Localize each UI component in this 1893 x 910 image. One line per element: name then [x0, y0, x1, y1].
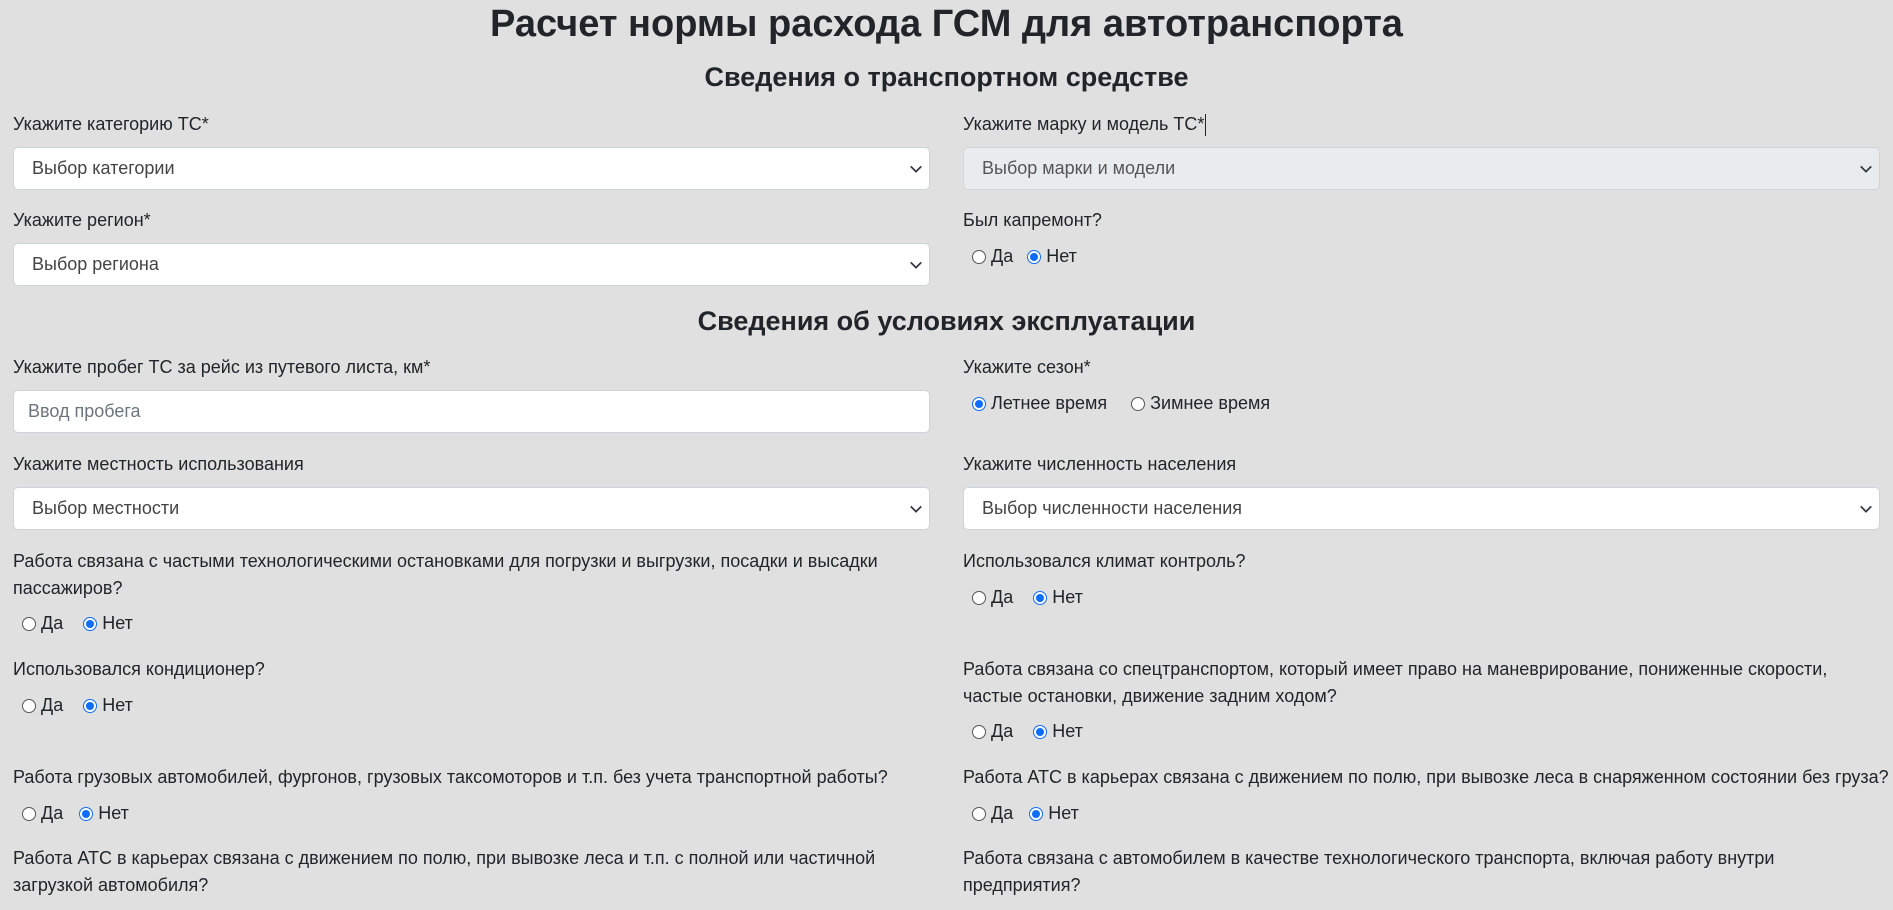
mileage-input[interactable]: Ввод пробега [13, 390, 930, 433]
region-select[interactable]: Выбор региона [13, 243, 930, 286]
brand-select[interactable]: Выбор марки и модели [963, 147, 1880, 190]
overhaul-label: Был капремонт? [963, 210, 1102, 230]
page-title: Расчет нормы расхода ГСМ для автотранспо… [490, 3, 1403, 45]
aircon-label: Использовался кондиционер? [13, 659, 265, 679]
terrain-select-value: Выбор местности [32, 498, 180, 518]
quarry-empty-label: Работа АТС в карьерах связана с движение… [963, 767, 1889, 787]
season-summer-radio[interactable]: Летнее время [972, 390, 1107, 417]
quarry-empty-no-radio[interactable]: Нет [1029, 800, 1079, 827]
population-label: Укажите численность населения [963, 454, 1237, 474]
aircon-yes-radio[interactable]: Да [22, 692, 63, 719]
stops-yes-radio[interactable]: Да [22, 610, 63, 637]
section-title-vehicle: Сведения о транспортном средстве [704, 62, 1189, 92]
chevron-down-icon [910, 261, 922, 269]
trucks-label: Работа грузовых автомобилей, фургонов, г… [13, 767, 888, 787]
terrain-select[interactable]: Выбор местности [13, 487, 930, 530]
season-radio-group: Летнее время Зимнее время [972, 390, 1284, 417]
tech-transport-label: Работа связана с автомобилем в качестве … [963, 848, 1775, 895]
trucks-no-radio[interactable]: Нет [79, 800, 129, 827]
climate-radio-group: Да Нет [972, 584, 1097, 611]
special-yes-radio[interactable]: Да [972, 718, 1013, 745]
trucks-radio-group: Да Нет [22, 800, 143, 827]
overhaul-no-radio[interactable]: Нет [1027, 243, 1077, 270]
region-select-value: Выбор региона [32, 254, 159, 274]
special-radio-group: Да Нет [972, 718, 1097, 745]
brand-label: Укажите марку и модель ТС* [963, 111, 1207, 138]
text-caret [1205, 114, 1207, 137]
mileage-label: Укажите пробег ТС за рейс из путевого ли… [13, 357, 431, 377]
stops-label: Работа связана с частыми технологическим… [13, 551, 878, 598]
chevron-down-icon [1860, 165, 1872, 173]
chevron-down-icon [910, 165, 922, 173]
season-label: Укажите сезон* [963, 357, 1091, 377]
trucks-yes-radio[interactable]: Да [22, 800, 63, 827]
brand-select-value: Выбор марки и модели [982, 158, 1176, 178]
category-label: Укажите категорию ТС* [13, 114, 209, 134]
region-label: Укажите регион* [13, 210, 151, 230]
climate-yes-radio[interactable]: Да [972, 584, 1013, 611]
section-title-conditions: Сведения об условиях эксплуатации [697, 306, 1196, 336]
aircon-no-radio[interactable]: Нет [83, 692, 133, 719]
category-select-value: Выбор категории [32, 158, 175, 178]
overhaul-radio-group: Да Нет [972, 243, 1091, 270]
stops-radio-group: Да Нет [22, 610, 147, 637]
quarry-empty-yes-radio[interactable]: Да [972, 800, 1013, 827]
overhaul-yes-radio[interactable]: Да [972, 243, 1013, 270]
chevron-down-icon [910, 505, 922, 513]
climate-label: Использовался климат контроль? [963, 551, 1246, 571]
special-label: Работа связана со спецтранспортом, котор… [963, 659, 1828, 706]
chevron-down-icon [1860, 505, 1872, 513]
population-select[interactable]: Выбор численности населения [963, 487, 1880, 530]
special-no-radio[interactable]: Нет [1033, 718, 1083, 745]
stops-no-radio[interactable]: Нет [83, 610, 133, 637]
aircon-radio-group: Да Нет [22, 692, 147, 719]
terrain-label: Укажите местность использования [13, 454, 304, 474]
season-winter-radio[interactable]: Зимнее время [1131, 390, 1270, 417]
quarry-empty-radio-group: Да Нет [972, 800, 1093, 827]
climate-no-radio[interactable]: Нет [1033, 584, 1083, 611]
population-select-value: Выбор численности населения [982, 498, 1243, 518]
quarry-loaded-label: Работа АТС в карьерах связана с движение… [13, 848, 876, 895]
category-select[interactable]: Выбор категории [13, 147, 930, 190]
